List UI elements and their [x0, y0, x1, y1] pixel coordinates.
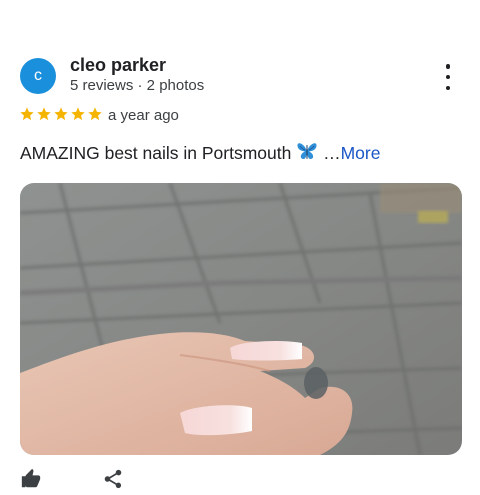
star-icon	[20, 107, 34, 121]
more-link[interactable]: More	[341, 143, 381, 163]
reviewer-meta: 5 reviews · 2 photos	[70, 77, 205, 94]
review-time: a year ago	[108, 107, 179, 124]
star-rating	[19, 106, 103, 122]
review-actions	[20, 468, 124, 495]
thumb-up-icon[interactable]	[20, 468, 42, 495]
reviewer-name[interactable]: cleo parker	[70, 55, 166, 76]
star-icon	[71, 107, 85, 121]
star-icon	[54, 107, 68, 121]
butterfly-icon	[296, 141, 318, 166]
review-card: c cleo parker 5 reviews · 2 photos a yea…	[0, 0, 480, 489]
review-text: AMAZING best nails in Portsmouth …More	[20, 141, 380, 166]
share-icon[interactable]	[102, 468, 124, 495]
star-icon	[88, 107, 102, 121]
avatar-initial: c	[34, 67, 42, 84]
more-vert-icon[interactable]	[438, 64, 458, 90]
review-body: AMAZING best nails in Portsmouth	[20, 143, 292, 163]
review-photo[interactable]	[20, 183, 462, 455]
ellipsis: …	[323, 143, 341, 163]
star-icon	[37, 107, 51, 121]
avatar[interactable]: c	[20, 58, 56, 94]
